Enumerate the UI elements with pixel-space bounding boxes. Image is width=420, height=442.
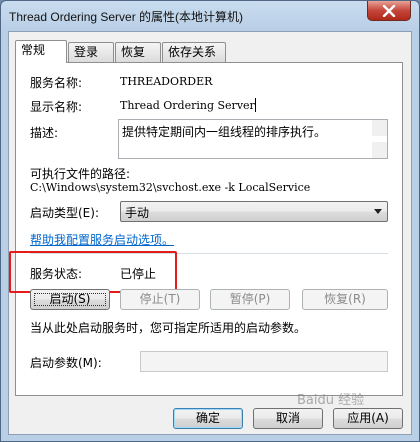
display-name-label: 显示名称: (30, 100, 83, 114)
scroll-up-arrow[interactable] (372, 120, 387, 136)
start-button-label: 启动(S) (49, 292, 91, 306)
resume-button-label: 恢复(R) (324, 292, 366, 306)
resume-button[interactable]: 恢复(R) (302, 289, 388, 310)
pause-button[interactable]: 暂停(P) (210, 289, 290, 310)
description-value: 提供特定期间内一组线程的排序执行。 (122, 125, 327, 139)
tab-general[interactable]: 常规 (15, 40, 67, 63)
help-configure-link[interactable]: 帮助我配置服务启动选项。 (30, 231, 174, 248)
close-button[interactable] (367, 1, 411, 21)
tab-general-label: 常规 (21, 43, 46, 57)
stop-button-label: 停止(T) (139, 292, 181, 306)
display-name-value[interactable]: Thread Ordering Server (120, 99, 255, 112)
tab-logon-label: 登录 (74, 45, 99, 59)
close-icon (382, 4, 396, 17)
window-title: Thread Ordering Server 的属性(本地计算机) (9, 10, 244, 24)
chevron-down-icon (374, 209, 382, 214)
stop-button[interactable]: 停止(T) (120, 289, 200, 310)
ok-button-label: 确定 (195, 411, 220, 425)
title-bar[interactable]: Thread Ordering Server 的属性(本地计算机) (1, 1, 419, 31)
exe-path-label: 可执行文件的路径: (30, 167, 131, 181)
start-params-hint: 当从此处启动服务时，您可指定所适用的启动参数。 (30, 321, 307, 335)
watermark: Baidu 经验 (297, 389, 417, 439)
tab-logon[interactable]: 登录 (68, 42, 114, 62)
general-panel: 服务名称: THREADORDER 显示名称: Thread Ordering … (9, 62, 403, 396)
pause-button-label: 暂停(P) (229, 292, 271, 306)
startup-type-value: 手动 (125, 206, 150, 220)
service-name-label: 服务名称: (30, 76, 83, 90)
tab-recovery-label: 恢复 (121, 45, 146, 59)
ok-button[interactable]: 确定 (173, 408, 243, 429)
watermark-text: Baidu 经验 (297, 393, 365, 408)
exe-path-value: C:\Windows\system32\svchost.exe -k Local… (30, 181, 311, 194)
scroll-down-arrow[interactable] (372, 142, 387, 158)
startup-type-label: 启动类型(E): (30, 206, 99, 220)
service-name-value: THREADORDER (120, 75, 213, 88)
service-status-value: 已停止 (120, 267, 157, 281)
description-box[interactable]: 提供特定期间内一组线程的排序执行。 (118, 119, 388, 159)
startup-type-select[interactable]: 手动 (120, 201, 388, 222)
tab-recovery[interactable]: 恢复 (115, 42, 161, 62)
tab-dependencies-label: 依存关系 (168, 45, 217, 59)
service-status-label: 服务状态: (30, 267, 83, 281)
start-button[interactable]: 启动(S) (30, 289, 110, 310)
dialog-body: 常规 登录 恢复 依存关系 服务名称: THREADORDER 显示名称: Th… (8, 31, 412, 435)
start-params-label: 启动参数(M): (30, 356, 102, 370)
text-cursor (255, 98, 256, 112)
tab-dependencies[interactable]: 依存关系 (162, 42, 226, 62)
start-params-input[interactable] (140, 351, 388, 372)
properties-window: Thread Ordering Server 的属性(本地计算机) 常规 登录 … (0, 0, 420, 442)
description-label: 描述: (30, 126, 59, 140)
